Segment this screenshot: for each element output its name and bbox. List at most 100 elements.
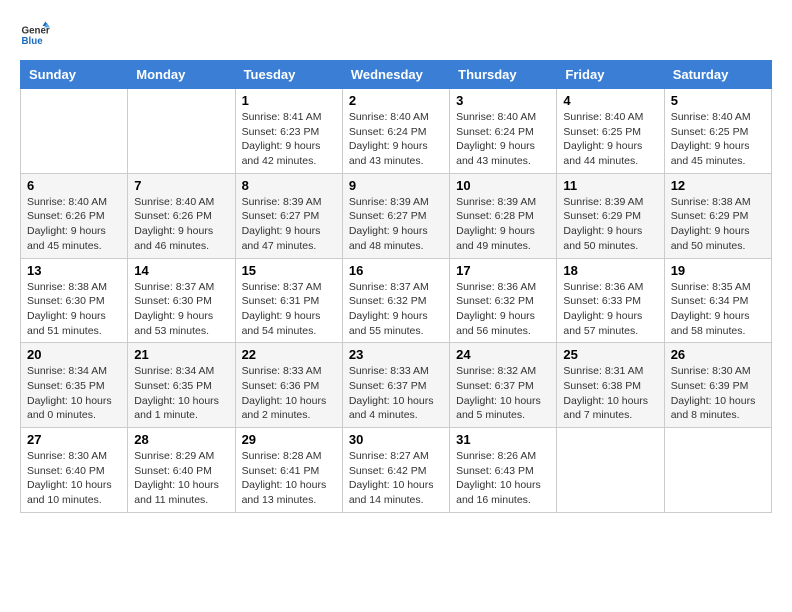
calendar-cell: 31 Sunrise: 8:26 AMSunset: 6:43 PMDayligh…: [450, 428, 557, 513]
day-number: 17: [456, 263, 550, 278]
day-number: 22: [242, 347, 336, 362]
day-info: Sunrise: 8:35 AMSunset: 6:34 PMDaylight:…: [671, 280, 765, 339]
day-number: 28: [134, 432, 228, 447]
calendar-cell: 30 Sunrise: 8:27 AMSunset: 6:42 PMDayligh…: [342, 428, 449, 513]
day-number: 29: [242, 432, 336, 447]
day-number: 19: [671, 263, 765, 278]
day-number: 26: [671, 347, 765, 362]
day-number: 16: [349, 263, 443, 278]
calendar-cell: 1 Sunrise: 8:41 AMSunset: 6:23 PMDaylight…: [235, 89, 342, 174]
day-number: 27: [27, 432, 121, 447]
calendar-cell: 18 Sunrise: 8:36 AMSunset: 6:33 PMDayligh…: [557, 258, 664, 343]
day-number: 20: [27, 347, 121, 362]
day-of-week-header: Wednesday: [342, 61, 449, 89]
calendar-cell: 15 Sunrise: 8:37 AMSunset: 6:31 PMDayligh…: [235, 258, 342, 343]
calendar-cell: 10Sunrise: 8:39 AMSunset: 6:28 PMDayligh…: [450, 173, 557, 258]
day-number: 30: [349, 432, 443, 447]
calendar-cell: 11 Sunrise: 8:39 AMSunset: 6:29 PMDayligh…: [557, 173, 664, 258]
calendar-cell: 12 Sunrise: 8:38 AMSunset: 6:29 PMDayligh…: [664, 173, 771, 258]
day-number: 8: [242, 178, 336, 193]
calendar-cell: 25 Sunrise: 8:31 AMSunset: 6:38 PMDayligh…: [557, 343, 664, 428]
day-number: 2: [349, 93, 443, 108]
day-info: Sunrise: 8:38 AMSunset: 6:29 PMDaylight:…: [671, 195, 765, 254]
day-info: Sunrise: 8:34 AMSunset: 6:35 PMDaylight:…: [27, 364, 121, 423]
calendar-cell: 6 Sunrise: 8:40 AMSunset: 6:26 PMDaylight…: [21, 173, 128, 258]
day-of-week-header: Saturday: [664, 61, 771, 89]
calendar-cell: 29 Sunrise: 8:28 AMSunset: 6:41 PMDayligh…: [235, 428, 342, 513]
day-of-week-header: Thursday: [450, 61, 557, 89]
day-number: 1: [242, 93, 336, 108]
day-number: 18: [563, 263, 657, 278]
calendar-cell: 27 Sunrise: 8:30 AMSunset: 6:40 PMDayligh…: [21, 428, 128, 513]
calendar-cell: 20 Sunrise: 8:34 AMSunset: 6:35 PMDayligh…: [21, 343, 128, 428]
day-number: 9: [349, 178, 443, 193]
day-info: Sunrise: 8:28 AMSunset: 6:41 PMDaylight:…: [242, 449, 336, 508]
calendar-cell: [664, 428, 771, 513]
day-number: 21: [134, 347, 228, 362]
day-info: Sunrise: 8:37 AMSunset: 6:31 PMDaylight:…: [242, 280, 336, 339]
day-info: Sunrise: 8:41 AMSunset: 6:23 PMDaylight:…: [242, 110, 336, 169]
day-info: Sunrise: 8:32 AMSunset: 6:37 PMDaylight:…: [456, 364, 550, 423]
day-info: Sunrise: 8:40 AMSunset: 6:26 PMDaylight:…: [27, 195, 121, 254]
day-info: Sunrise: 8:33 AMSunset: 6:36 PMDaylight:…: [242, 364, 336, 423]
day-number: 11: [563, 178, 657, 193]
page-header: General Blue: [20, 20, 772, 50]
day-info: Sunrise: 8:39 AMSunset: 6:29 PMDaylight:…: [563, 195, 657, 254]
day-number: 6: [27, 178, 121, 193]
day-info: Sunrise: 8:29 AMSunset: 6:40 PMDaylight:…: [134, 449, 228, 508]
day-number: 13: [27, 263, 121, 278]
day-of-week-header: Sunday: [21, 61, 128, 89]
day-number: 10: [456, 178, 550, 193]
day-number: 5: [671, 93, 765, 108]
day-number: 7: [134, 178, 228, 193]
calendar-cell: 22 Sunrise: 8:33 AMSunset: 6:36 PMDayligh…: [235, 343, 342, 428]
day-info: Sunrise: 8:40 AMSunset: 6:25 PMDaylight:…: [671, 110, 765, 169]
day-info: Sunrise: 8:37 AMSunset: 6:30 PMDaylight:…: [134, 280, 228, 339]
calendar-cell: 17Sunrise: 8:36 AMSunset: 6:32 PMDayligh…: [450, 258, 557, 343]
calendar-cell: 23Sunrise: 8:33 AMSunset: 6:37 PMDayligh…: [342, 343, 449, 428]
calendar-cell: 3Sunrise: 8:40 AMSunset: 6:24 PMDaylight…: [450, 89, 557, 174]
day-info: Sunrise: 8:31 AMSunset: 6:38 PMDaylight:…: [563, 364, 657, 423]
logo-icon: General Blue: [20, 20, 50, 50]
calendar-cell: 4 Sunrise: 8:40 AMSunset: 6:25 PMDaylight…: [557, 89, 664, 174]
calendar-cell: 2 Sunrise: 8:40 AMSunset: 6:24 PMDaylight…: [342, 89, 449, 174]
day-info: Sunrise: 8:39 AMSunset: 6:27 PMDaylight:…: [242, 195, 336, 254]
day-info: Sunrise: 8:39 AMSunset: 6:27 PMDaylight:…: [349, 195, 443, 254]
day-of-week-header: Friday: [557, 61, 664, 89]
day-info: Sunrise: 8:40 AMSunset: 6:25 PMDaylight:…: [563, 110, 657, 169]
calendar-cell: 8 Sunrise: 8:39 AMSunset: 6:27 PMDaylight…: [235, 173, 342, 258]
day-info: Sunrise: 8:33 AMSunset: 6:37 PMDaylight:…: [349, 364, 443, 423]
day-number: 25: [563, 347, 657, 362]
calendar-cell: 14 Sunrise: 8:37 AMSunset: 6:30 PMDayligh…: [128, 258, 235, 343]
day-number: 3: [456, 93, 550, 108]
svg-text:Blue: Blue: [22, 36, 44, 47]
day-number: 14: [134, 263, 228, 278]
day-info: Sunrise: 8:27 AMSunset: 6:42 PMDaylight:…: [349, 449, 443, 508]
calendar-cell: 28 Sunrise: 8:29 AMSunset: 6:40 PMDayligh…: [128, 428, 235, 513]
day-info: Sunrise: 8:30 AMSunset: 6:39 PMDaylight:…: [671, 364, 765, 423]
calendar-cell: [128, 89, 235, 174]
day-info: Sunrise: 8:40 AMSunset: 6:26 PMDaylight:…: [134, 195, 228, 254]
day-number: 15: [242, 263, 336, 278]
day-info: Sunrise: 8:30 AMSunset: 6:40 PMDaylight:…: [27, 449, 121, 508]
calendar-cell: 13 Sunrise: 8:38 AMSunset: 6:30 PMDayligh…: [21, 258, 128, 343]
calendar-table: SundayMondayTuesdayWednesdayThursdayFrid…: [20, 60, 772, 513]
day-info: Sunrise: 8:40 AMSunset: 6:24 PMDaylight:…: [349, 110, 443, 169]
day-info: Sunrise: 8:37 AMSunset: 6:32 PMDaylight:…: [349, 280, 443, 339]
day-number: 31: [456, 432, 550, 447]
day-number: 24: [456, 347, 550, 362]
day-info: Sunrise: 8:36 AMSunset: 6:33 PMDaylight:…: [563, 280, 657, 339]
calendar-cell: 19 Sunrise: 8:35 AMSunset: 6:34 PMDayligh…: [664, 258, 771, 343]
day-info: Sunrise: 8:34 AMSunset: 6:35 PMDaylight:…: [134, 364, 228, 423]
calendar-cell: [557, 428, 664, 513]
day-info: Sunrise: 8:38 AMSunset: 6:30 PMDaylight:…: [27, 280, 121, 339]
calendar-cell: 9 Sunrise: 8:39 AMSunset: 6:27 PMDaylight…: [342, 173, 449, 258]
calendar-cell: 26 Sunrise: 8:30 AMSunset: 6:39 PMDayligh…: [664, 343, 771, 428]
day-number: 12: [671, 178, 765, 193]
calendar-cell: 7 Sunrise: 8:40 AMSunset: 6:26 PMDaylight…: [128, 173, 235, 258]
day-of-week-header: Monday: [128, 61, 235, 89]
calendar-cell: [21, 89, 128, 174]
day-number: 4: [563, 93, 657, 108]
calendar-cell: 5 Sunrise: 8:40 AMSunset: 6:25 PMDaylight…: [664, 89, 771, 174]
day-info: Sunrise: 8:26 AMSunset: 6:43 PMDaylight:…: [456, 449, 550, 508]
